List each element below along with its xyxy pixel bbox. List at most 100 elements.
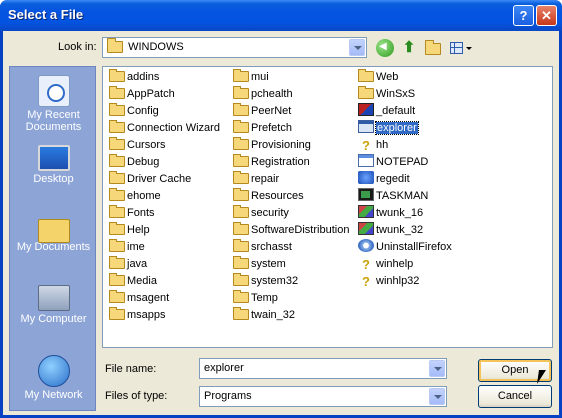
file-item[interactable]: srchasst (233, 239, 292, 255)
file-item[interactable]: NOTEPAD (358, 154, 428, 170)
chevron-down-icon[interactable] (429, 360, 445, 377)
folder-icon (233, 273, 249, 286)
term-file-icon (358, 188, 374, 201)
file-item[interactable]: ? winhelp (358, 256, 413, 272)
file-item[interactable]: twain_32 (233, 307, 295, 323)
folder-icon (233, 103, 249, 116)
look-in-dropdown[interactable]: WINDOWS (102, 37, 367, 58)
folder-icon (109, 188, 125, 201)
file-item[interactable]: Config (109, 103, 159, 119)
cancel-button[interactable]: Cancel (478, 385, 552, 408)
file-item[interactable]: Cursors (109, 137, 166, 153)
my-network-icon (37, 355, 70, 387)
folder-icon (233, 205, 249, 218)
help-button[interactable]: ? (513, 5, 534, 26)
file-item[interactable]: Prefetch (233, 120, 292, 136)
chevron-down-icon[interactable] (349, 39, 365, 56)
views-menu-icon[interactable] (448, 39, 474, 57)
file-name: Prefetch (251, 122, 292, 134)
file-item[interactable]: twunk_32 (358, 222, 423, 238)
file-name: Registration (251, 156, 310, 168)
file-item[interactable]: repair (233, 171, 279, 187)
file-dialog-window: Select a File ? ✕ Look in: WINDOWS ⬆ My … (0, 0, 562, 418)
file-item[interactable]: SoftwareDistribution (233, 222, 349, 238)
help-file-icon: ? (362, 138, 370, 153)
folder-icon (109, 239, 125, 252)
file-item[interactable]: ? winhlp32 (358, 273, 419, 289)
file-name: Resources (251, 190, 304, 202)
file-item[interactable]: ime (109, 239, 145, 255)
file-item[interactable]: Provisioning (233, 137, 311, 153)
folder-icon (233, 256, 249, 269)
file-item[interactable]: system (233, 256, 286, 272)
file-name: security (251, 207, 289, 219)
title-bar[interactable]: Select a File ? ✕ (0, 0, 562, 31)
recent-documents-icon (37, 75, 70, 107)
file-item[interactable]: TASKMAN (358, 188, 428, 204)
file-item[interactable]: ehome (109, 188, 161, 204)
place-my-documents[interactable]: My Documents (10, 215, 97, 253)
file-list[interactable]: addins AppPatch Config Connection Wizard Cur… (102, 66, 553, 348)
file-name: twain_32 (251, 309, 296, 321)
file-name: Provisioning (251, 139, 311, 151)
file-item[interactable]: Driver Cache (109, 171, 191, 187)
file-item[interactable]: Web (358, 69, 398, 85)
help-file-icon: ? (362, 257, 370, 272)
file-item[interactable]: explorer (358, 120, 419, 136)
file-name-input[interactable]: explorer (199, 358, 447, 379)
folder-icon (109, 222, 125, 235)
place-my-computer[interactable]: My Computer (10, 285, 97, 325)
file-item[interactable]: Debug (109, 154, 159, 170)
file-item[interactable]: Connection Wizard (109, 120, 220, 136)
folder-icon (109, 290, 125, 303)
file-type-dropdown[interactable]: Programs (199, 386, 447, 407)
file-item[interactable]: addins (109, 69, 159, 85)
file-item[interactable]: system32 (233, 273, 298, 289)
file-name: Cursors (127, 139, 166, 151)
back-icon[interactable] (376, 39, 394, 57)
file-item[interactable]: Registration (233, 154, 310, 170)
file-name: Web (376, 71, 399, 83)
file-item[interactable]: Resources (233, 188, 304, 204)
new-folder-icon[interactable] (424, 39, 442, 57)
chevron-down-icon[interactable] (429, 388, 445, 405)
file-item[interactable]: mui (233, 69, 269, 85)
file-item[interactable]: UninstallFirefox (358, 239, 452, 255)
file-item[interactable]: security (233, 205, 289, 221)
file-item[interactable]: msapps (109, 307, 166, 323)
file-item[interactable]: ? hh (358, 137, 388, 153)
file-name: SoftwareDistribution (251, 224, 350, 236)
file-item[interactable]: Fonts (109, 205, 155, 221)
file-item[interactable]: msagent (109, 290, 169, 306)
file-name: addins (127, 71, 160, 83)
folder-icon (233, 239, 249, 252)
default-file-icon (358, 103, 374, 116)
file-name: _default (376, 105, 416, 117)
file-item[interactable]: Help (109, 222, 150, 238)
file-item[interactable]: regedit (358, 171, 410, 187)
place-my-network[interactable]: My Network (10, 355, 97, 401)
file-item[interactable]: PeerNet (233, 103, 291, 119)
file-item[interactable]: twunk_16 (358, 205, 423, 221)
my-computer-icon (37, 285, 70, 311)
folder-icon (233, 222, 249, 235)
file-name: system32 (251, 275, 299, 287)
close-button[interactable]: ✕ (536, 5, 557, 26)
file-item[interactable]: pchealth (233, 86, 293, 102)
file-name: AppPatch (127, 88, 175, 100)
file-item[interactable]: java (109, 256, 147, 272)
folder-icon (109, 86, 125, 99)
file-name: pchealth (251, 88, 293, 100)
place-label: My Network (24, 389, 83, 401)
place-desktop[interactable]: Desktop (10, 145, 97, 185)
file-name: Help (127, 224, 150, 236)
place-label: Desktop (33, 173, 74, 185)
place-recent-documents[interactable]: My Recent Documents (10, 75, 97, 133)
file-item[interactable]: Temp (233, 290, 278, 306)
folder-icon (109, 307, 125, 320)
file-item[interactable]: WinSxS (358, 86, 415, 102)
file-item[interactable]: AppPatch (109, 86, 175, 102)
file-item[interactable]: _default (358, 103, 415, 119)
file-item[interactable]: Media (109, 273, 157, 289)
up-folder-icon[interactable]: ⬆ (400, 39, 418, 57)
